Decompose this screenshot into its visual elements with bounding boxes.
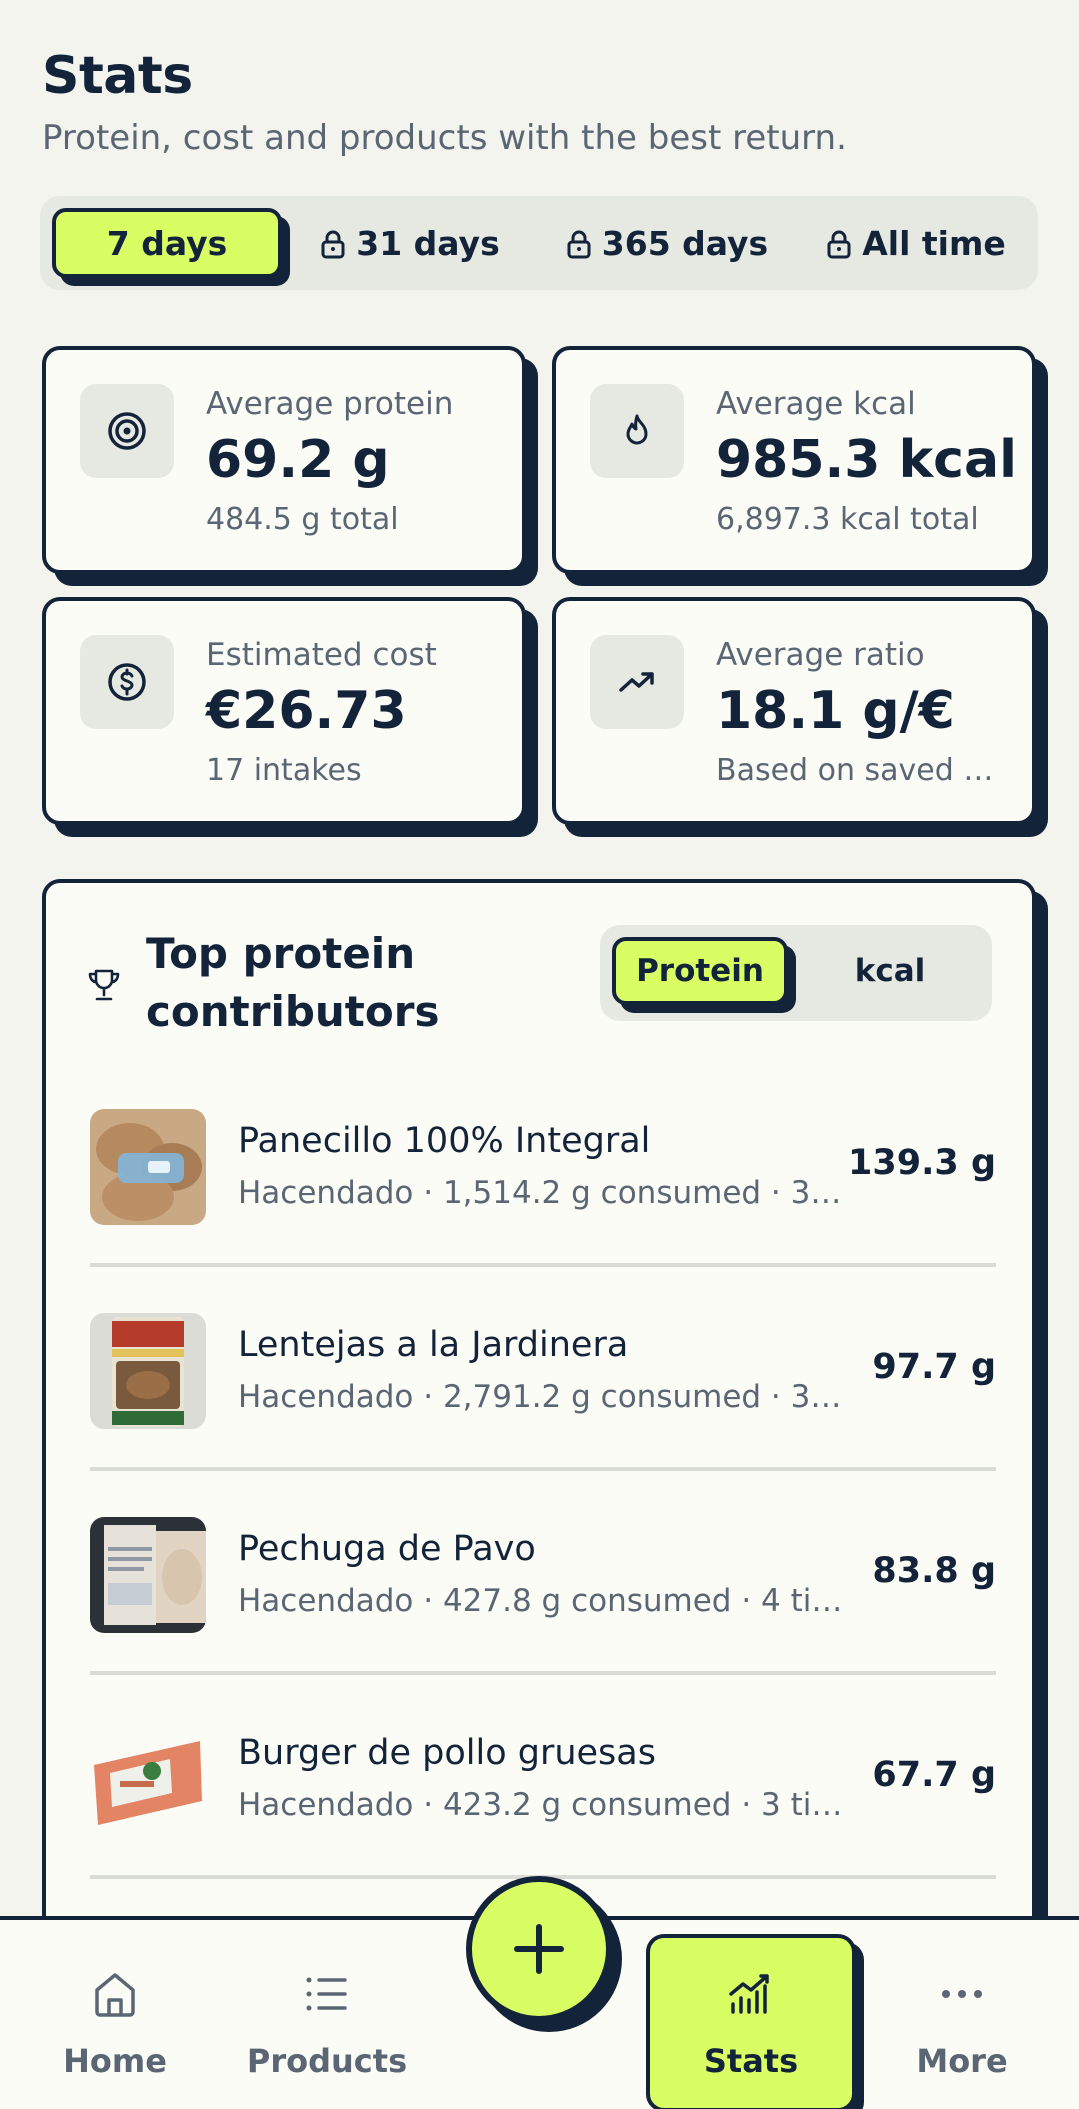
section-title: Top protein contributors bbox=[146, 929, 440, 1036]
nav-stats[interactable]: Stats bbox=[646, 1920, 856, 2109]
product-meta: Hacendado · 427.8 g consumed · 4 times bbox=[238, 1583, 848, 1619]
product-name: Lentejas a la Jardinera bbox=[238, 1325, 629, 1365]
target-icon bbox=[80, 384, 174, 478]
metric-subtext: 6,897.3 kcal total bbox=[716, 502, 979, 537]
metric-value: 18.1 g/€ bbox=[716, 681, 955, 741]
bar-chart-icon bbox=[729, 1974, 769, 2014]
nav-label: Products bbox=[246, 2042, 408, 2080]
metric-label: Average ratio bbox=[716, 637, 925, 673]
nav-more[interactable]: More bbox=[900, 1920, 1024, 2109]
tab-label: 31 days bbox=[356, 223, 500, 263]
metric-subtext: Based on saved … bbox=[716, 753, 994, 788]
more-icon bbox=[942, 1990, 982, 1998]
nav-home[interactable]: Home bbox=[50, 1920, 180, 2109]
metric-label: Average kcal bbox=[716, 386, 916, 422]
list-icon bbox=[306, 1977, 347, 2011]
product-protein: 97.7 g bbox=[872, 1347, 996, 1387]
metric-subtext: 17 intakes bbox=[206, 753, 362, 788]
tab-label: 7 days bbox=[106, 223, 228, 263]
metric-label: Average protein bbox=[206, 386, 454, 422]
product-name: Burger de pollo gruesas bbox=[238, 1733, 656, 1773]
nav-label: Stats bbox=[703, 2042, 799, 2080]
toggle-protein[interactable]: Protein bbox=[612, 937, 788, 1005]
metric-value: 69.2 g bbox=[206, 430, 390, 490]
product-thumbnail bbox=[90, 1721, 206, 1837]
metric-toggle: Protein kcal bbox=[600, 925, 992, 1021]
toggle-kcal[interactable]: kcal bbox=[800, 937, 980, 1005]
flame-icon bbox=[590, 384, 684, 478]
divider bbox=[90, 1671, 996, 1675]
page-title: Stats bbox=[42, 46, 193, 106]
nav-label: More bbox=[916, 2042, 1008, 2080]
product-protein: 139.3 g bbox=[848, 1143, 996, 1183]
list-item[interactable]: Burger de pollo gruesas Hacendado · 423.… bbox=[90, 1691, 996, 1895]
metric-value: 985.3 kcal bbox=[716, 430, 1017, 490]
product-thumbnail bbox=[90, 1109, 206, 1225]
divider bbox=[90, 1263, 996, 1267]
list-item[interactable]: Pechuga de Pavo Hacendado · 427.8 g cons… bbox=[90, 1487, 996, 1691]
metric-card-average-ratio: Average ratio 18.1 g/€ Based on saved … bbox=[552, 597, 1036, 825]
page-subtitle: Protein, cost and products with the best… bbox=[42, 118, 847, 158]
product-thumbnail bbox=[90, 1517, 206, 1633]
tab-7-days[interactable]: 7 days bbox=[52, 208, 282, 278]
nav-products[interactable]: Products bbox=[240, 1920, 414, 2109]
product-name: Pechuga de Pavo bbox=[238, 1529, 536, 1569]
metric-card-estimated-cost: Estimated cost €26.73 17 intakes bbox=[42, 597, 526, 825]
lock-icon bbox=[320, 228, 346, 259]
list-item[interactable]: Panecillo 100% Integral Hacendado · 1,51… bbox=[90, 1079, 996, 1283]
product-protein: 67.7 g bbox=[872, 1755, 996, 1795]
divider bbox=[90, 1467, 996, 1471]
tab-365-days[interactable]: 365 days bbox=[552, 208, 782, 278]
metric-card-average-kcal: Average kcal 985.3 kcal 6,897.3 kcal tot… bbox=[552, 346, 1036, 574]
product-meta: Hacendado · 423.2 g consumed · 3 tim… bbox=[238, 1787, 848, 1823]
tab-label: All time bbox=[862, 223, 1006, 263]
tab-all-time[interactable]: All time bbox=[816, 208, 1016, 278]
home-icon bbox=[95, 1973, 135, 2017]
product-name: Panecillo 100% Integral bbox=[238, 1121, 651, 1161]
lock-icon bbox=[566, 228, 592, 259]
trending-up-icon bbox=[590, 635, 684, 729]
metric-value: €26.73 bbox=[206, 681, 407, 741]
trophy-icon bbox=[88, 969, 120, 1001]
tab-label: 365 days bbox=[601, 223, 769, 263]
tab-31-days[interactable]: 31 days bbox=[310, 208, 510, 278]
plus-icon bbox=[514, 1924, 564, 1974]
add-intake-button[interactable] bbox=[466, 1876, 612, 2022]
metric-card-average-protein: Average protein 69.2 g 484.5 g total bbox=[42, 346, 526, 574]
dollar-icon bbox=[80, 635, 174, 729]
lock-icon bbox=[826, 228, 852, 259]
product-meta: Hacendado · 1,514.2 g consumed · 3 t… bbox=[238, 1175, 848, 1211]
range-selector: 7 days 31 days 365 days All time bbox=[40, 196, 1038, 290]
product-meta: Hacendado · 2,791.2 g consumed · 3 ti… bbox=[238, 1379, 848, 1415]
nav-label: Home bbox=[63, 2042, 167, 2080]
product-thumbnail bbox=[90, 1313, 206, 1429]
product-protein: 83.8 g bbox=[872, 1551, 996, 1591]
metric-subtext: 484.5 g total bbox=[206, 502, 399, 537]
list-item[interactable]: Lentejas a la Jardinera Hacendado · 2,79… bbox=[90, 1283, 996, 1487]
metric-label: Estimated cost bbox=[206, 637, 437, 673]
